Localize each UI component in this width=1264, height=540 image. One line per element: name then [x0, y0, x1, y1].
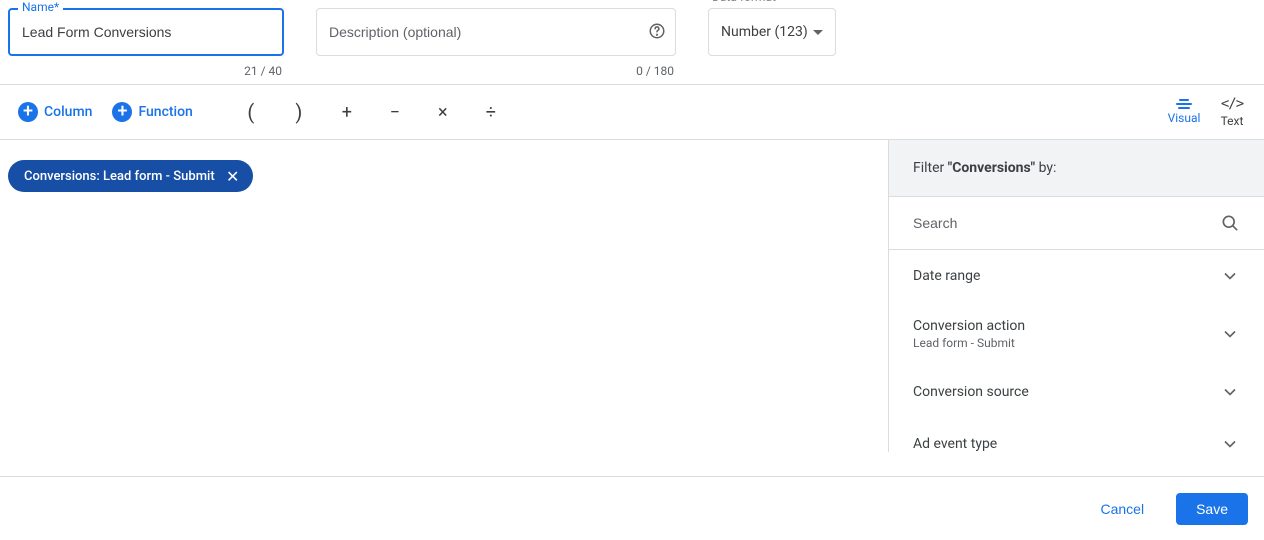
chip-label: Conversions: Lead form - Submit	[24, 169, 215, 184]
chevron-down-icon	[1220, 382, 1240, 402]
add-function-label: Function	[138, 104, 192, 120]
cancel-button[interactable]: Cancel	[1084, 493, 1160, 525]
filter-date-range[interactable]: Date range	[889, 250, 1264, 302]
chip-remove-icon[interactable]: ✕	[223, 166, 243, 186]
description-field-wrap: 0 / 180	[316, 8, 676, 56]
paren-open-button[interactable]: (	[227, 94, 275, 130]
divide-operator-button[interactable]: ÷	[467, 96, 515, 129]
description-char-counter: 0 / 180	[636, 64, 674, 78]
filter-conversion-action[interactable]: Conversion action Lead form - Submit	[889, 302, 1264, 366]
filter-label: Conversion source	[913, 384, 1029, 400]
paren-close-button[interactable]: )	[275, 94, 323, 130]
visual-mode-icon	[1176, 99, 1192, 109]
filter-label: Date range	[913, 268, 980, 284]
filter-label: Ad event type	[913, 436, 997, 452]
name-input[interactable]	[8, 8, 284, 56]
dialog-footer: Cancel Save	[0, 476, 1264, 540]
formula-toolbar: + Column + Function ( ) + − × ÷ Visual <…	[0, 84, 1264, 140]
formula-chip[interactable]: Conversions: Lead form - Submit ✕	[8, 160, 253, 192]
data-format-wrap: Data format Number (123)	[708, 8, 836, 56]
data-format-label: Data format	[712, 0, 776, 4]
name-field-wrap: Name* 21 / 40	[8, 8, 284, 56]
chevron-down-icon	[1220, 434, 1240, 454]
filter-search-row	[889, 197, 1264, 250]
add-function-button[interactable]: + Function	[102, 96, 202, 128]
chevron-down-icon	[1220, 324, 1240, 344]
help-icon[interactable]	[648, 22, 666, 40]
filter-ad-event-type[interactable]: Ad event type	[889, 418, 1264, 470]
filter-conversion-source[interactable]: Conversion source	[889, 366, 1264, 418]
add-column-label: Column	[44, 104, 92, 120]
minus-operator-button[interactable]: −	[371, 96, 419, 129]
text-mode-label: Text	[1221, 114, 1244, 128]
filter-sidebar: Filter "Conversions" by: Date range Conv…	[888, 140, 1264, 452]
data-format-value: Number (123)	[721, 24, 808, 40]
search-icon[interactable]	[1220, 213, 1240, 233]
save-button[interactable]: Save	[1176, 493, 1248, 525]
chevron-down-icon	[1220, 266, 1240, 286]
code-icon: </>	[1221, 96, 1243, 112]
plus-circle-icon: +	[112, 102, 132, 122]
filter-sidebar-header: Filter "Conversions" by:	[889, 140, 1264, 197]
plus-operator-button[interactable]: +	[323, 96, 371, 129]
visual-mode-label: Visual	[1168, 111, 1201, 125]
dropdown-caret-icon	[813, 30, 823, 35]
add-column-button[interactable]: + Column	[8, 96, 102, 128]
description-input[interactable]	[316, 8, 676, 56]
name-char-counter: 21 / 40	[244, 64, 282, 78]
formula-canvas[interactable]: Conversions: Lead form - Submit ✕	[0, 140, 888, 452]
plus-circle-icon: +	[18, 102, 38, 122]
filter-sublabel: Lead form - Submit	[913, 336, 1025, 350]
multiply-operator-button[interactable]: ×	[419, 96, 467, 129]
name-label: Name*	[18, 0, 63, 14]
text-mode-tab[interactable]: </> Text	[1208, 96, 1256, 128]
visual-mode-tab[interactable]: Visual	[1160, 99, 1208, 125]
filter-search-input[interactable]	[913, 215, 1220, 231]
data-format-select[interactable]: Number (123)	[708, 8, 836, 56]
filter-label: Conversion action	[913, 318, 1025, 334]
